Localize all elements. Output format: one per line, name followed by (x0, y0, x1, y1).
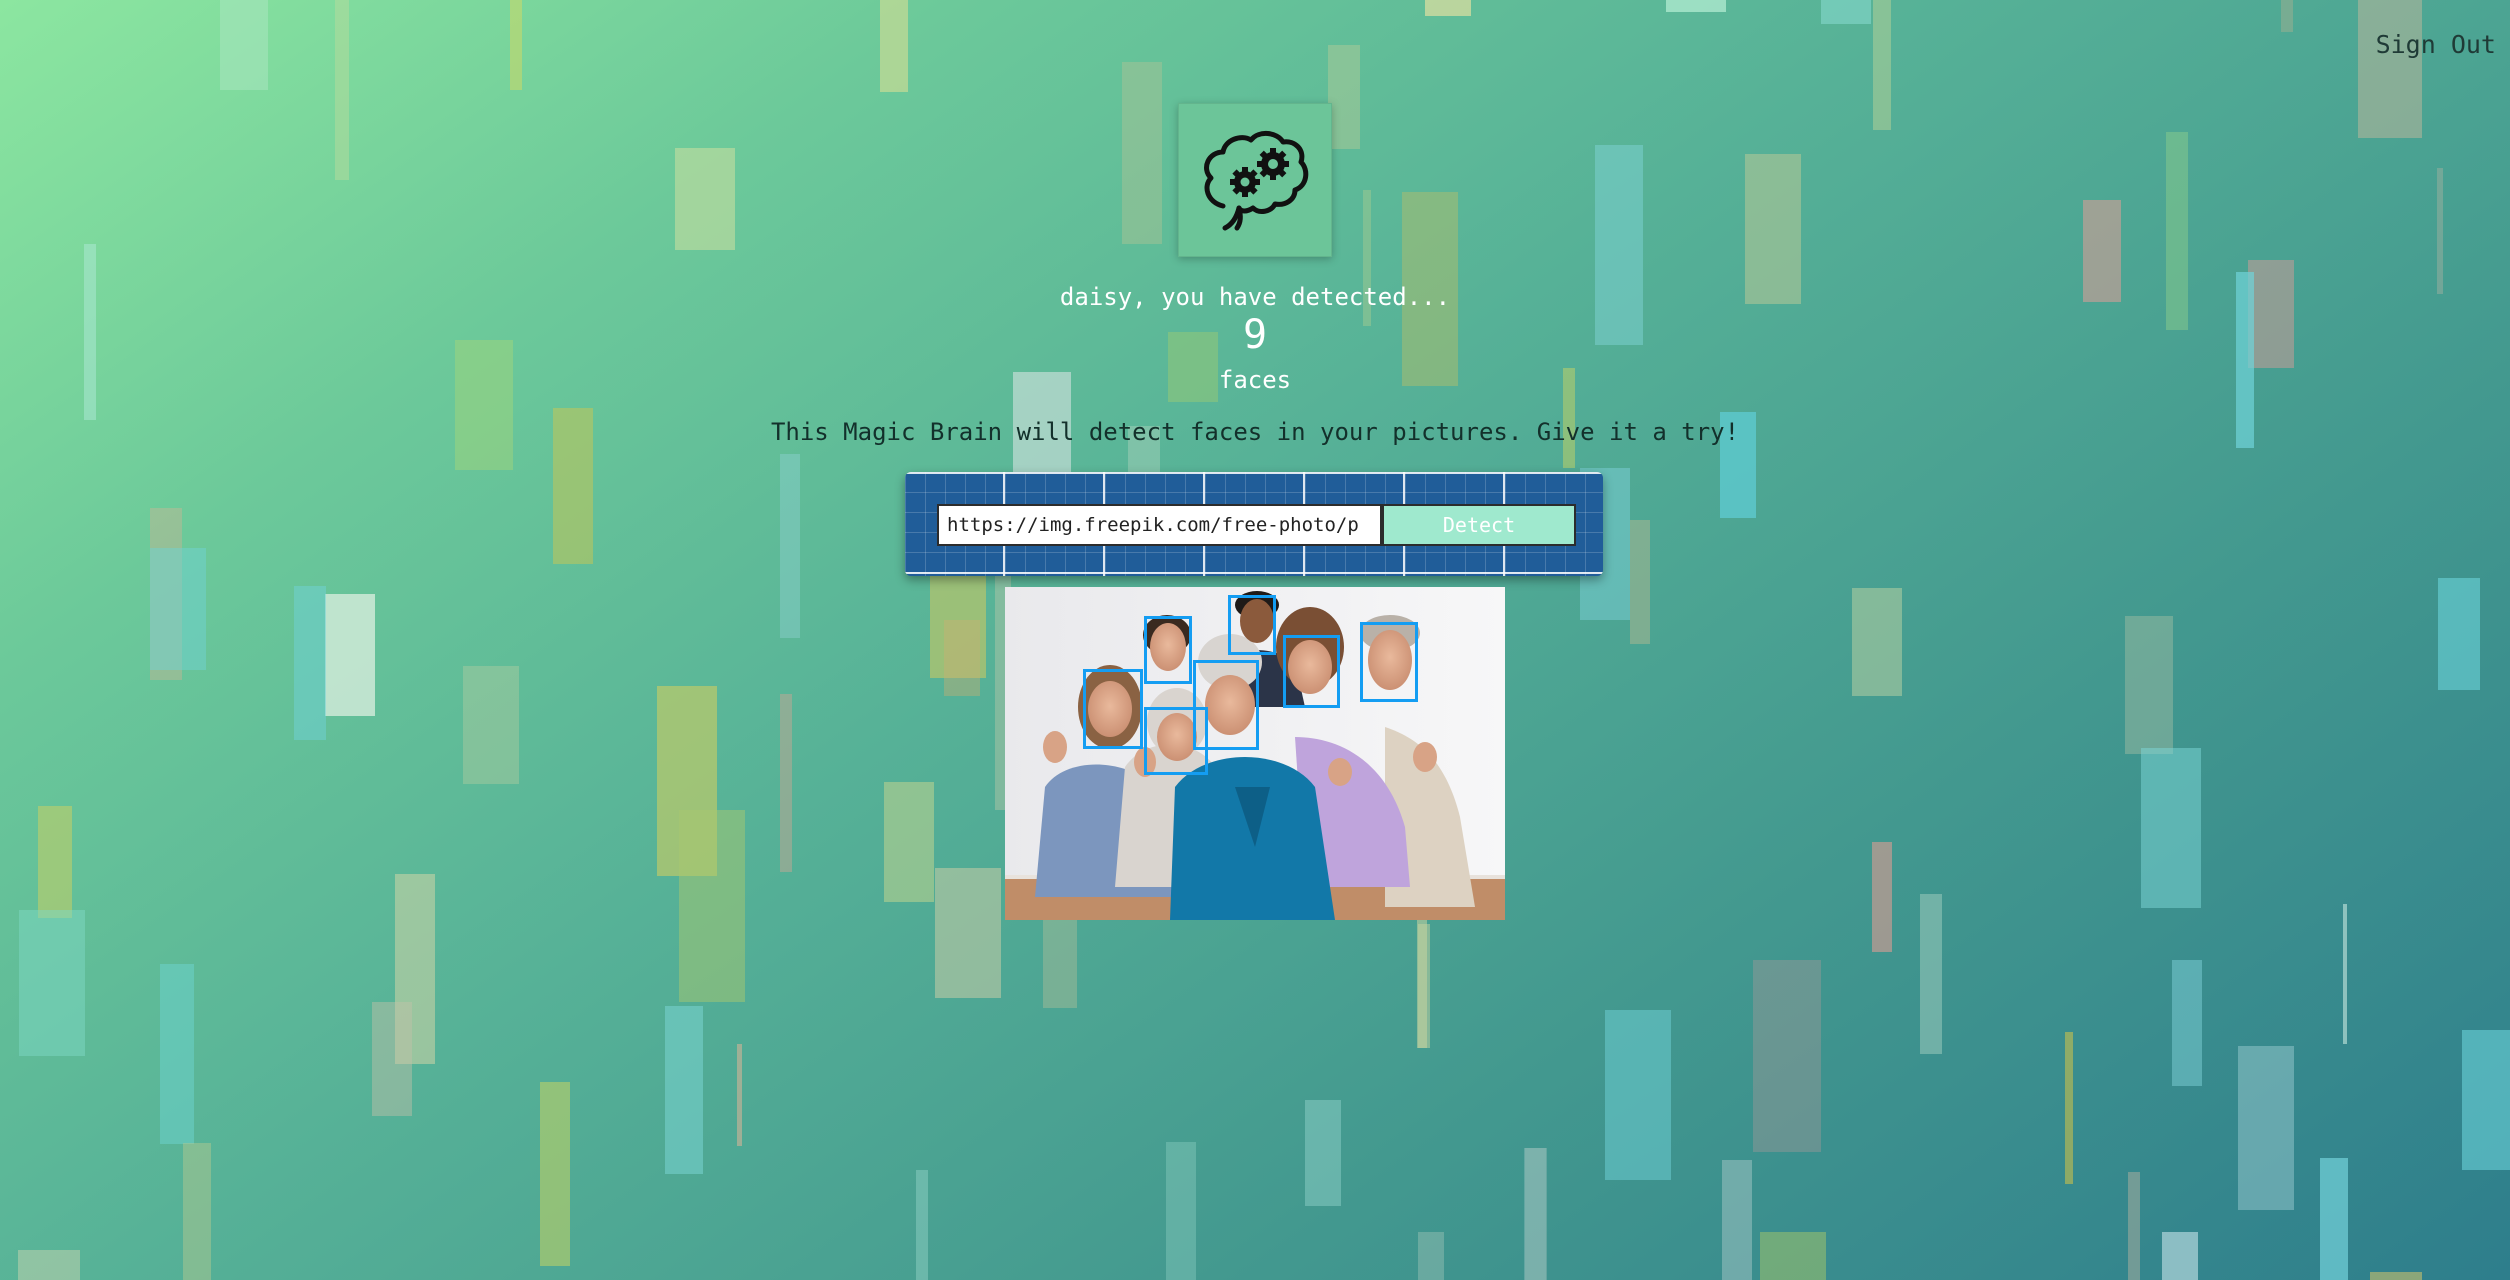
background-bar (780, 694, 792, 872)
background-bar (150, 548, 206, 670)
background-bar (1753, 960, 1821, 1152)
background-bar (1666, 0, 1726, 12)
background-bar (160, 964, 194, 1144)
background-bar (2172, 960, 2202, 1086)
background-bar (2162, 1232, 2198, 1280)
background-bar (540, 1082, 570, 1266)
background-bar (2370, 1272, 2422, 1280)
face-box (1228, 595, 1276, 655)
rank-message: daisy, you have detected... (1059, 283, 1451, 311)
background-bar (183, 1143, 211, 1280)
background-bar (510, 0, 522, 90)
background-bar (455, 340, 513, 470)
image-url-input[interactable] (937, 504, 1382, 546)
background-bar (2320, 1158, 2348, 1280)
background-bar (2438, 578, 2480, 690)
background-bar (1852, 588, 1902, 696)
background-bar (1605, 1010, 1671, 1180)
face-box (1360, 622, 1418, 702)
brain-gears-icon (1204, 131, 1309, 231)
background-bar (2462, 1030, 2510, 1170)
background-bar (1166, 1142, 1196, 1280)
background-bar (18, 1250, 80, 1280)
face-count: 9 (1242, 312, 1268, 358)
background-bar (1760, 1232, 1826, 1280)
face-detection-image (1005, 587, 1505, 920)
background-bar (1418, 924, 1430, 1048)
background-bar (2128, 1172, 2140, 1280)
background-bar (220, 0, 268, 90)
background-bar (1722, 1160, 1752, 1280)
background-bar (679, 810, 745, 1002)
background-bar (294, 586, 326, 740)
background-bar (675, 148, 735, 250)
background-bar (737, 1044, 742, 1146)
background-bar (1920, 894, 1942, 1054)
background-bar (19, 910, 85, 1056)
background-bar (2238, 1046, 2294, 1210)
tagline: This Magic Brain will detect faces in yo… (770, 418, 1740, 446)
image-link-form: Detect (905, 472, 1603, 576)
background-bar (463, 666, 519, 784)
background-bar (1043, 920, 1077, 1008)
background-bar (2358, 0, 2422, 138)
background-bar (1425, 0, 1471, 16)
background-bar (944, 620, 980, 696)
background-bar (1525, 1148, 1547, 1280)
face-box (1083, 669, 1143, 749)
background-bar (1630, 520, 1650, 644)
background-bar (38, 806, 72, 918)
background-bar (2281, 0, 2293, 32)
background-bar (2125, 616, 2173, 754)
face-box (1144, 707, 1208, 775)
background-bar (1873, 0, 1891, 130)
background-bar (2065, 1032, 2073, 1184)
background-bar (780, 454, 800, 638)
background-bar (1328, 45, 1360, 149)
background-bar (2343, 904, 2347, 1044)
sign-out-link[interactable]: Sign Out (2376, 30, 2496, 59)
background-bar (325, 594, 375, 716)
face-count-unit: faces (1218, 366, 1292, 394)
background-bar (1122, 62, 1162, 244)
background-bar (1418, 1232, 1444, 1280)
background-bar (2141, 748, 2201, 908)
background-bar (884, 782, 934, 902)
logo-card[interactable] (1178, 103, 1332, 257)
face-box (1283, 635, 1340, 708)
background-bar (1745, 154, 1801, 304)
background-bar (1305, 1100, 1341, 1206)
background-bar (1821, 0, 1871, 24)
background-bar (916, 1170, 928, 1280)
background-bar (1872, 842, 1892, 952)
detect-button[interactable]: Detect (1382, 504, 1576, 546)
background-bar (335, 0, 349, 180)
background-bar (2437, 168, 2443, 294)
background-bar (665, 1006, 703, 1174)
background-bar (880, 0, 908, 92)
background-bar (935, 868, 1001, 998)
background-bar (372, 1002, 412, 1116)
